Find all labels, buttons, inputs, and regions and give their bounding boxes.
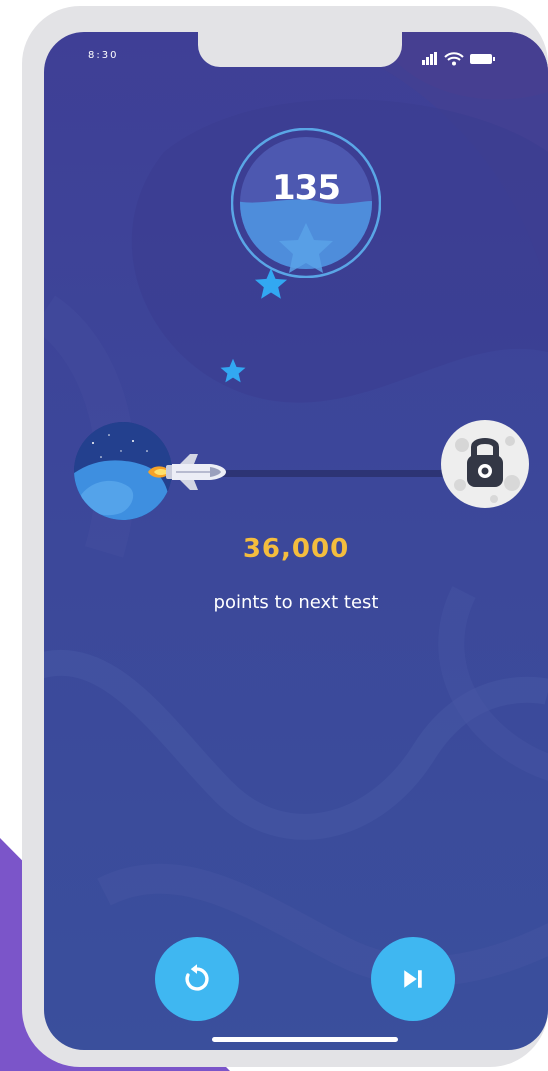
home-indicator[interactable] (212, 1037, 398, 1042)
status-icons (422, 52, 495, 66)
stage: 8:30 135 36,000 points to next test (0, 0, 548, 1071)
points-label: points to next test (213, 592, 379, 613)
skip-next-icon (404, 970, 422, 988)
locked-moon-icon (441, 420, 529, 508)
restart-button[interactable] (155, 937, 239, 1021)
phone-screen: 8:30 135 36,000 points to next test (44, 32, 548, 1050)
skip-next-button[interactable] (371, 937, 455, 1021)
score-badge: 135 (230, 127, 382, 279)
wifi-icon (444, 52, 464, 66)
points-value: 36,000 (242, 534, 350, 564)
status-time: 8:30 (88, 50, 119, 61)
signal-icon (422, 52, 437, 65)
device-notch (198, 32, 402, 67)
score-value: 135 (272, 168, 341, 208)
rocket-icon (148, 454, 226, 490)
battery-icon (470, 54, 495, 64)
restart-icon (185, 964, 209, 991)
star-icon (254, 268, 288, 299)
progress-track (220, 470, 448, 477)
star-icon (220, 358, 246, 383)
